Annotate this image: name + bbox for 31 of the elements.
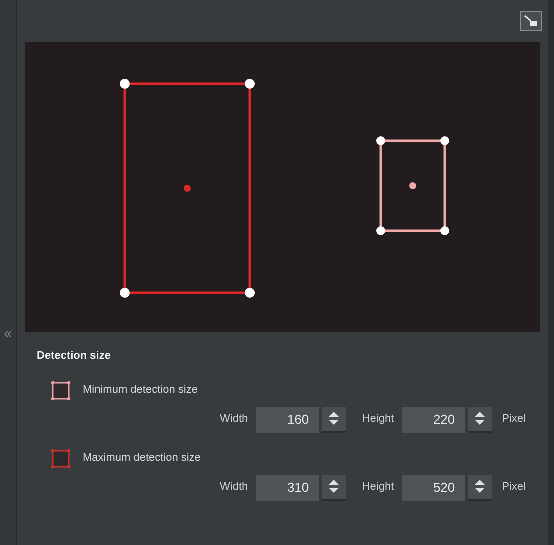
detection-area-box[interactable] bbox=[376, 136, 450, 236]
spin-buttons[interactable] bbox=[468, 406, 492, 432]
rectangle-size-icon bbox=[51, 380, 71, 400]
unit-label: Pixel bbox=[502, 412, 526, 428]
up-arrow-icon bbox=[329, 412, 340, 417]
number-field[interactable]: 520 bbox=[402, 474, 466, 500]
resize-icon bbox=[524, 15, 538, 27]
number-field[interactable]: 160 bbox=[256, 406, 320, 432]
rectangle-size-icon bbox=[51, 448, 71, 468]
unit-label: Pixel bbox=[502, 480, 526, 496]
field-label: Width bbox=[219, 480, 250, 496]
down-arrow-icon bbox=[329, 420, 340, 425]
spin-buttons[interactable] bbox=[322, 474, 346, 500]
up-arrow-icon bbox=[475, 480, 486, 485]
down-arrow-icon bbox=[475, 420, 486, 425]
field-label: Width bbox=[219, 412, 250, 428]
fullscreen-button[interactable] bbox=[520, 11, 542, 31]
up-arrow-icon bbox=[329, 480, 340, 485]
number-field[interactable]: 220 bbox=[402, 406, 466, 432]
spin-buttons[interactable] bbox=[322, 406, 346, 432]
option-label: Maximum detection size bbox=[83, 451, 201, 466]
field-label: Height bbox=[361, 412, 396, 428]
spin-buttons[interactable] bbox=[468, 474, 492, 500]
down-arrow-icon bbox=[329, 488, 340, 493]
option-label: Minimum detection size bbox=[83, 383, 198, 398]
collapse-toggle[interactable]: « bbox=[4, 326, 12, 340]
down-arrow-icon bbox=[475, 488, 486, 493]
section-title: Detection size bbox=[37, 349, 112, 364]
number-field[interactable]: 310 bbox=[256, 474, 320, 500]
up-arrow-icon bbox=[475, 412, 486, 417]
field-label: Height bbox=[361, 480, 396, 496]
